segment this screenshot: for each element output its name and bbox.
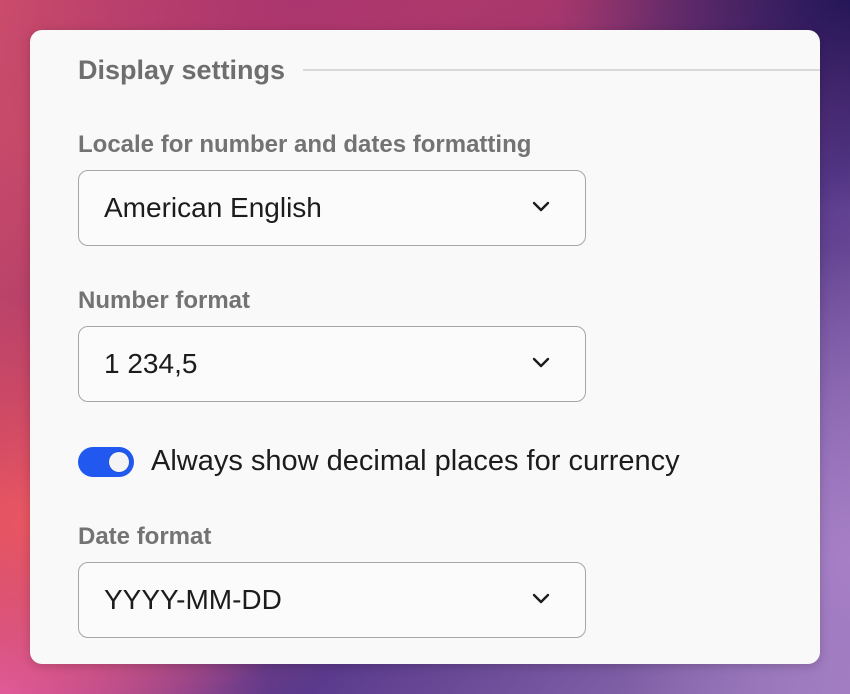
currency-decimals-toggle[interactable] [78,446,134,477]
chevron-down-icon [532,357,550,368]
currency-decimals-label[interactable]: Always show decimal places for currency [151,445,680,478]
section-title: Display settings [78,54,286,85]
date-format-select[interactable]: YYYY-MM-DD [78,562,586,638]
section-divider [303,69,820,71]
chevron-down-icon [532,593,550,604]
toggle-knob [109,451,129,472]
chevron-down-icon [532,201,550,212]
date-format-label: Date format [78,523,212,550]
section-header: Display settings [78,52,820,88]
display-settings-panel: Display settings Locale for number and d… [30,30,820,664]
locale-label: Locale for number and dates formatting [78,131,532,158]
locale-select-value: American English [104,192,322,223]
number-format-select-value: 1 234,5 [104,348,198,379]
number-format-label: Number format [78,287,251,314]
currency-decimals-row: Always show decimal places for currency [78,445,680,478]
locale-select[interactable]: American English [78,170,586,246]
number-format-select[interactable]: 1 234,5 [78,326,586,402]
date-format-select-value: YYYY-MM-DD [104,584,282,615]
